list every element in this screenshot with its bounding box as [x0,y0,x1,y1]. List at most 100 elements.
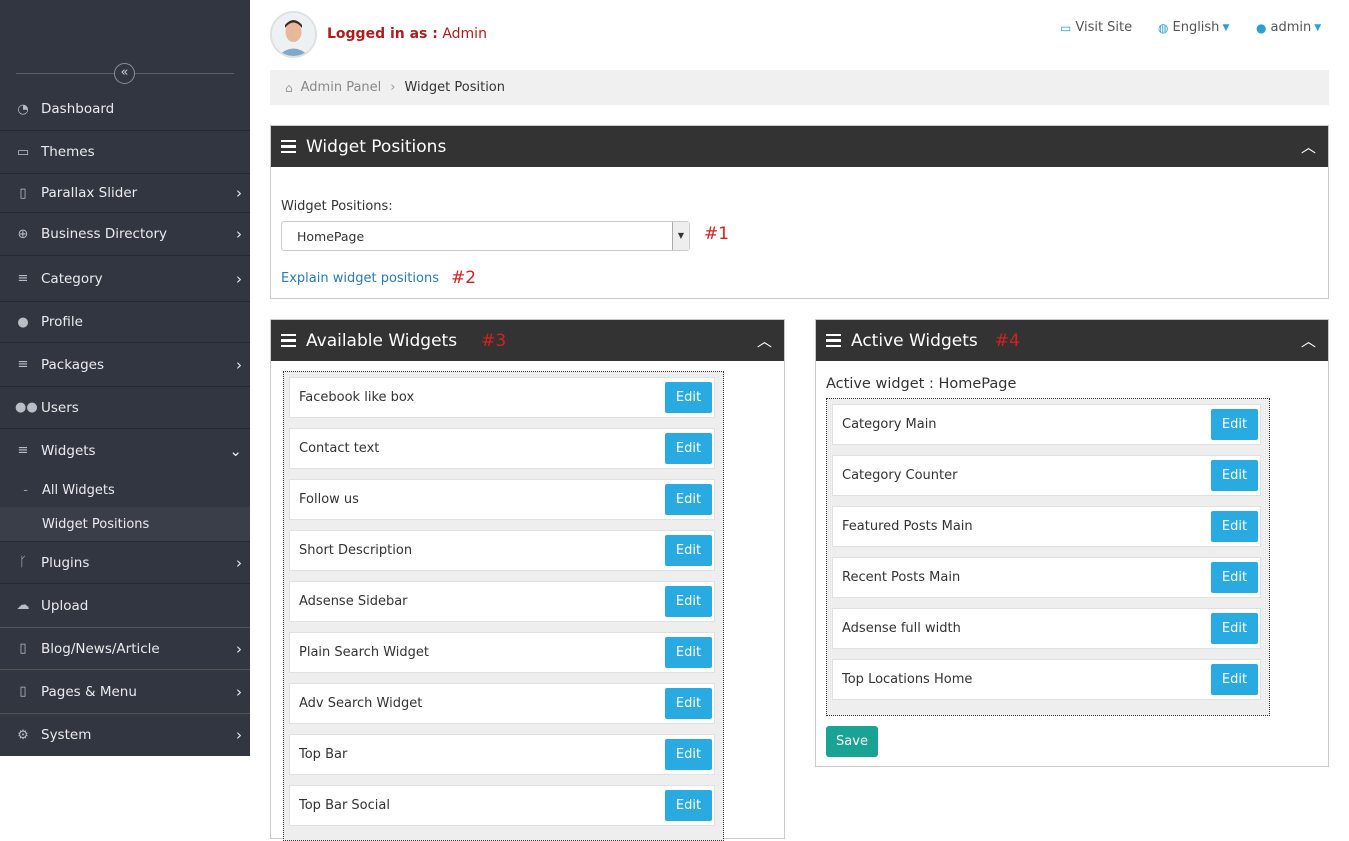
sidebar-subitem-widget-positions[interactable]: Widget Positions [0,507,250,541]
edit-button[interactable]: Edit [665,739,712,770]
desktop-icon: ▭ [16,144,30,160]
sidebar-item-pages-menu[interactable]: ▯ Pages & Menu › [0,670,250,713]
chevron-right-icon: › [236,355,242,374]
widget-item[interactable]: Top Bar Edit [289,734,715,775]
sidebar-item-parallax-slider[interactable]: ▯ Parallax Slider › [0,174,250,212]
logged-in-status: Logged in as : Admin [327,26,487,42]
sidebar-item-blog[interactable]: ▯ Blog/News/Article › [0,628,250,669]
edit-button[interactable]: Edit [665,637,712,668]
widget-item[interactable]: Top Bar Social Edit [289,785,715,826]
dashboard-icon: ◔ [17,101,29,117]
active-widget-subtitle: Active widget : HomePage [826,376,1017,392]
account-dropdown[interactable]: ● admin ▼ [1256,20,1321,35]
avatar[interactable] [270,11,317,58]
widget-name: Featured Posts Main [842,519,973,534]
sidebar-item-packages[interactable]: ≡ Packages › [0,343,250,386]
user-icon: ● [17,314,29,330]
available-widgets-panel: Available Widgets #3 ︿ Facebook like box… [270,319,785,841]
bars-icon [281,333,296,348]
laptop-icon: ▭ [1060,20,1072,35]
chevron-right-icon: › [236,682,242,701]
widget-item[interactable]: Short Description Edit [289,530,715,571]
widget-item[interactable]: Contact text Edit [289,428,715,469]
chevron-up-icon[interactable]: ︿ [757,330,772,351]
widget-position-select[interactable]: HomePage ▼ [281,221,690,251]
sidebar-item-label: Parallax Slider [41,185,138,201]
widget-item[interactable]: Category Main Edit [832,404,1261,445]
bars-icon [281,139,296,154]
sidebar-item-plugins[interactable]: ᚴ Plugins › [0,542,250,583]
select-arrow-icon[interactable]: ▼ [672,222,689,250]
widget-item[interactable]: Recent Posts Main Edit [832,557,1261,598]
bars-icon: ≡ [17,443,29,458]
annotation-2: #2 [451,268,477,288]
home-icon[interactable]: ⌂ [285,81,293,95]
explain-widget-positions-link[interactable]: Explain widget positions [281,271,439,286]
chevron-up-icon[interactable]: ︿ [1301,330,1316,351]
edit-button[interactable]: Edit [665,433,712,464]
sidebar-item-upload[interactable]: ☁ Upload [0,584,250,627]
edit-button[interactable]: Edit [665,382,712,413]
plus-circle-icon: ⊕ [17,226,29,242]
sidebar-item-system[interactable]: ⚙ System › [0,714,250,756]
bars-icon [826,333,841,348]
edit-button[interactable]: Edit [665,586,712,617]
code-fork-icon: ᚴ [19,555,27,570]
sidebar-item-label: Themes [41,144,95,160]
widget-item[interactable]: Top Locations Home Edit [832,659,1261,700]
collapse-sidebar-icon[interactable]: « [114,63,135,84]
edit-button[interactable]: Edit [1211,664,1258,695]
widget-name: Adv Search Widget [299,696,423,711]
visit-site-label: Visit Site [1075,20,1133,35]
widget-item[interactable]: Featured Posts Main Edit [832,506,1261,547]
top-header: Logged in as : Admin ▭ Visit Site ◍ Engl… [270,0,1330,70]
sidebar-item-label: Category [41,270,103,287]
user-icon: ● [1256,20,1267,35]
edit-button[interactable]: Edit [1211,460,1258,491]
sidebar-item-users[interactable]: ●● Users [0,387,250,428]
chevron-right-icon: › [236,726,242,744]
edit-button[interactable]: Edit [1211,613,1258,644]
widget-item[interactable]: Facebook like box Edit [289,377,715,418]
file-icon: ▯ [19,684,27,699]
sidebar-item-themes[interactable]: ▭ Themes [0,131,250,173]
avatar-image [272,13,315,56]
edit-button[interactable]: Edit [1211,562,1258,593]
widget-item[interactable]: Plain Search Widget Edit [289,632,715,673]
sidebar-subitem-all-widgets[interactable]: - All Widgets [0,473,250,507]
sidebar: « ◔ Dashboard ▭ Themes ▯ Parallax Slider… [0,0,250,756]
language-label: English [1172,20,1220,35]
widget-name: Short Description [299,543,413,558]
edit-button[interactable]: Edit [1211,409,1258,440]
widget-item[interactable]: Category Counter Edit [832,455,1261,496]
sidebar-item-profile[interactable]: ● Profile [0,302,250,342]
widget-name: Top Locations Home [842,672,973,687]
sidebar-item-widgets[interactable]: ≡ Widgets ⌄ [0,429,250,472]
sidebar-item-dashboard[interactable]: ◔ Dashboard [0,88,250,130]
sidebar-item-label: Plugins [41,554,90,571]
save-button[interactable]: Save [826,726,878,757]
widget-item[interactable]: Follow us Edit [289,479,715,520]
sidebar-item-label: Packages [41,356,104,373]
edit-button[interactable]: Edit [665,484,712,515]
widget-item[interactable]: Adsense Sidebar Edit [289,581,715,622]
edit-button[interactable]: Edit [665,688,712,719]
edit-button[interactable]: Edit [665,790,712,821]
language-dropdown[interactable]: ◍ English ▼ [1158,20,1229,35]
breadcrumb-admin-panel[interactable]: Admin Panel [301,80,382,95]
widget-item[interactable]: Adv Search Widget Edit [289,683,715,724]
widget-name: Follow us [299,492,359,507]
sidebar-item-label: Dashboard [41,101,115,117]
visit-site-link[interactable]: ▭ Visit Site [1060,20,1132,35]
sidebar-top: « [0,0,250,88]
edit-button[interactable]: Edit [1211,511,1258,542]
caret-down-icon: ▼ [1314,22,1322,33]
annotation-4: #4 [994,330,1020,351]
chevron-up-icon[interactable]: ︿ [1301,136,1316,157]
widget-item[interactable]: Adsense full width Edit [832,608,1261,649]
sidebar-item-business-directory[interactable]: ⊕ Business Directory › [0,213,250,255]
widget-name: Adsense Sidebar [299,594,408,609]
edit-button[interactable]: Edit [665,535,712,566]
sidebar-item-category[interactable]: ≡ Category › [0,256,250,301]
logged-in-label: Logged in as : [327,26,438,42]
